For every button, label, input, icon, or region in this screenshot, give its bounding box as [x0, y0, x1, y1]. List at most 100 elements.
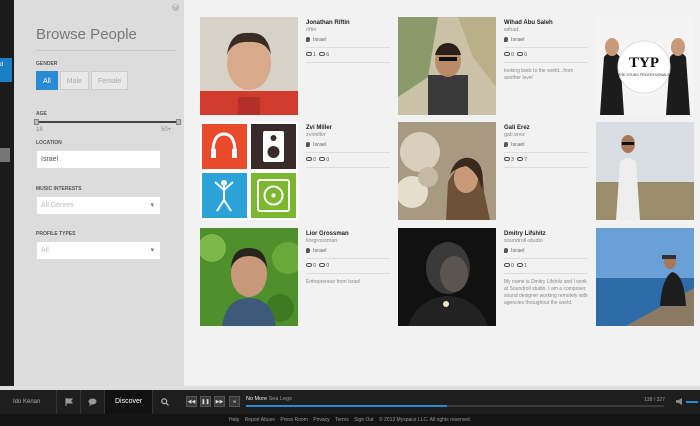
followers-icon [517, 263, 524, 267]
gender-label: GENDER [36, 61, 58, 67]
person-photo[interactable] [398, 122, 496, 220]
copyright: © 2013 Myspace LLC. All rights reserved. [378, 417, 472, 423]
person-location: Israel [504, 37, 588, 48]
age-max-value: 50+ [161, 127, 172, 133]
age-min-handle[interactable] [34, 119, 39, 125]
followers-icon [319, 52, 326, 56]
person-location: Israel [504, 248, 588, 259]
connections-icon [504, 263, 510, 267]
flag-icon[interactable] [56, 390, 80, 414]
person-name[interactable]: Lior Grossman [306, 231, 390, 237]
person-username: gali erez [504, 132, 525, 138]
person-location: Israel [306, 37, 390, 48]
person-username: zvimiller [306, 132, 326, 138]
edge-handle[interactable] [0, 148, 10, 162]
location-pin-icon [504, 248, 508, 253]
age-slider[interactable] [34, 119, 181, 125]
person-photo[interactable]: TYP THE YOUNG PROFESSIONALS [596, 17, 694, 115]
followers-icon [517, 157, 524, 161]
gender-selector: All Male Female [36, 71, 129, 90]
footer-link-terms[interactable]: Terms [335, 417, 349, 423]
track-progress[interactable] [246, 405, 664, 407]
close-icon[interactable]: × [172, 4, 179, 11]
user-name[interactable]: Ido Kenan [0, 399, 56, 405]
track-artist[interactable]: Sea Legs [269, 396, 292, 402]
footer-link-sign-out[interactable]: Sign Out [354, 417, 373, 423]
connections-icon [504, 52, 510, 56]
person-stats: 0 0 [504, 52, 588, 63]
divider [36, 50, 176, 51]
person-stats: 0 1 [504, 263, 588, 274]
footer: Help Report Abuse Press Room Privacy Ter… [0, 414, 700, 426]
pause-icon[interactable]: ❚❚ [200, 396, 211, 407]
tile-logo-title: TYP [629, 55, 659, 71]
person-photo[interactable] [200, 122, 298, 220]
person-stats: 3 7 [504, 157, 588, 168]
person-stats: 0 0 [306, 263, 390, 274]
person-bio: Entrepreneur from Israel [306, 279, 361, 285]
footer-link-report-abuse[interactable]: Report Abuse [245, 417, 275, 423]
followers-icon [517, 52, 524, 56]
person-name[interactable]: Zvi Miller [306, 125, 390, 131]
connections-icon [306, 157, 312, 161]
footer-link-press-room[interactable]: Press Room [280, 417, 308, 423]
player-bar: Ido Kenan Discover [0, 390, 700, 414]
location-pin-icon [306, 142, 310, 147]
location-input[interactable]: Israel [36, 150, 161, 169]
person-name[interactable]: Wihad Abu Saleh [504, 20, 588, 26]
next-track-icon[interactable]: ▶▶ [214, 396, 225, 407]
person-name[interactable]: Jonathan Riftin [306, 20, 390, 26]
music-interests-label: MUSIC INTERESTS [36, 186, 82, 192]
people-grid: Jonathan Riftin riftin Israel 1 6 Wihad … [184, 0, 700, 386]
person-photo[interactable] [398, 17, 496, 115]
panel-title: Browse People [36, 26, 137, 43]
person-photo[interactable] [200, 228, 298, 326]
person-username: wihad [504, 27, 519, 33]
footer-link-help[interactable]: Help [229, 417, 239, 423]
age-max-handle[interactable] [176, 119, 181, 125]
gender-option-female[interactable]: Female [90, 71, 129, 90]
footer-link-privacy[interactable]: Privacy [313, 417, 329, 423]
connections-icon [306, 52, 312, 56]
location-pin-icon [504, 142, 508, 147]
profile-types-label: PROFILE TYPES [36, 231, 76, 237]
person-name[interactable]: Gali Erez [504, 125, 588, 131]
edge-label: d [0, 62, 4, 68]
location-pin-icon [306, 248, 310, 253]
track-time: 138 / 327 [644, 397, 665, 403]
person-username: liorgrossman [306, 238, 338, 244]
search-icon[interactable] [152, 390, 176, 414]
person-photo[interactable] [200, 17, 298, 115]
person-photo[interactable] [398, 228, 496, 326]
age-min-value: 18 [36, 127, 43, 133]
gender-option-male[interactable]: Male [59, 71, 89, 90]
gender-option-all[interactable]: All [36, 71, 58, 90]
previous-track-icon[interactable]: ◀◀ [186, 396, 197, 407]
browse-panel: × Browse People GENDER All Male Female A… [14, 0, 184, 386]
chat-icon[interactable] [80, 390, 104, 414]
left-edge-strip: d [0, 0, 14, 386]
person-photo[interactable] [596, 122, 694, 220]
person-username: riftin [306, 27, 317, 33]
connections-icon [306, 263, 312, 267]
connect-icon[interactable]: ∞ [229, 396, 240, 407]
followers-icon [319, 157, 326, 161]
person-username: soundroll-studio [504, 238, 543, 244]
person-location: Israel [504, 142, 588, 153]
location-pin-icon [504, 37, 508, 42]
discover-tab[interactable]: Discover [104, 390, 153, 414]
person-name[interactable]: Dmitry Lifshitz [504, 231, 588, 237]
location-label: LOCATION [36, 140, 62, 146]
person-bio: My name is Dmitry Lifshitz and I work at… [504, 279, 588, 306]
person-location: Israel [306, 248, 390, 259]
person-photo[interactable] [596, 228, 694, 326]
track-title[interactable]: No More [246, 396, 267, 402]
now-playing: No More Sea Legs [246, 396, 292, 402]
person-bio: looking back to the world...from another… [504, 68, 574, 81]
location-pin-icon [306, 37, 310, 42]
connections-icon [504, 157, 510, 161]
person-stats: 1 6 [306, 52, 390, 63]
volume-slider[interactable] [686, 401, 698, 403]
music-interests-select[interactable]: All Genres [36, 196, 161, 215]
profile-types-select[interactable]: All [36, 241, 161, 260]
